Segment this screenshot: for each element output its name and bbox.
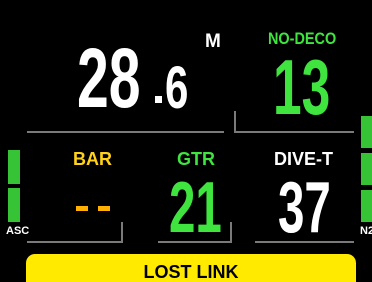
depth-whole: 28 (77, 31, 141, 125)
no-deco-value: 13 (273, 43, 331, 131)
n2-gauge-segment (361, 116, 372, 148)
bar-dash (98, 206, 110, 211)
bottom-divider-middle (230, 222, 232, 243)
no-deco-divider (234, 111, 236, 133)
n2-gauge-segment (361, 153, 372, 185)
depth-decimal: 6 (165, 54, 189, 121)
depth-separator (27, 131, 224, 133)
bottom-separator-left (27, 241, 121, 243)
dive-computer-screen: 28 6 M NO-DECO 13 BAR GTR DIVE-T -- 21 3… (0, 0, 372, 282)
n2-gauge-segment (361, 190, 372, 222)
lost-link-alert: LOST LINK (26, 254, 356, 282)
bar-value: -- (76, 201, 138, 217)
n2-label: N2 (360, 225, 372, 237)
bottom-divider-left (121, 222, 123, 243)
depth-decimal-point (155, 96, 162, 103)
no-deco-separator (236, 131, 354, 133)
ascent-gauge-segment (8, 150, 20, 184)
dive-time-value: 37 (278, 168, 331, 248)
ascent-label: ASC (6, 225, 30, 237)
depth-unit: M (205, 31, 221, 52)
bottom-separator-middle (158, 241, 230, 243)
bottom-separator-right (255, 241, 354, 243)
gtr-label: GTR (177, 149, 215, 169)
lost-link-alert-text: LOST LINK (143, 262, 239, 282)
gtr-value: 21 (169, 168, 222, 248)
bar-label: BAR (73, 149, 112, 169)
ascent-gauge-segment (8, 188, 20, 222)
bar-dash (76, 206, 88, 211)
dive-time-label: DIVE-T (274, 149, 334, 169)
